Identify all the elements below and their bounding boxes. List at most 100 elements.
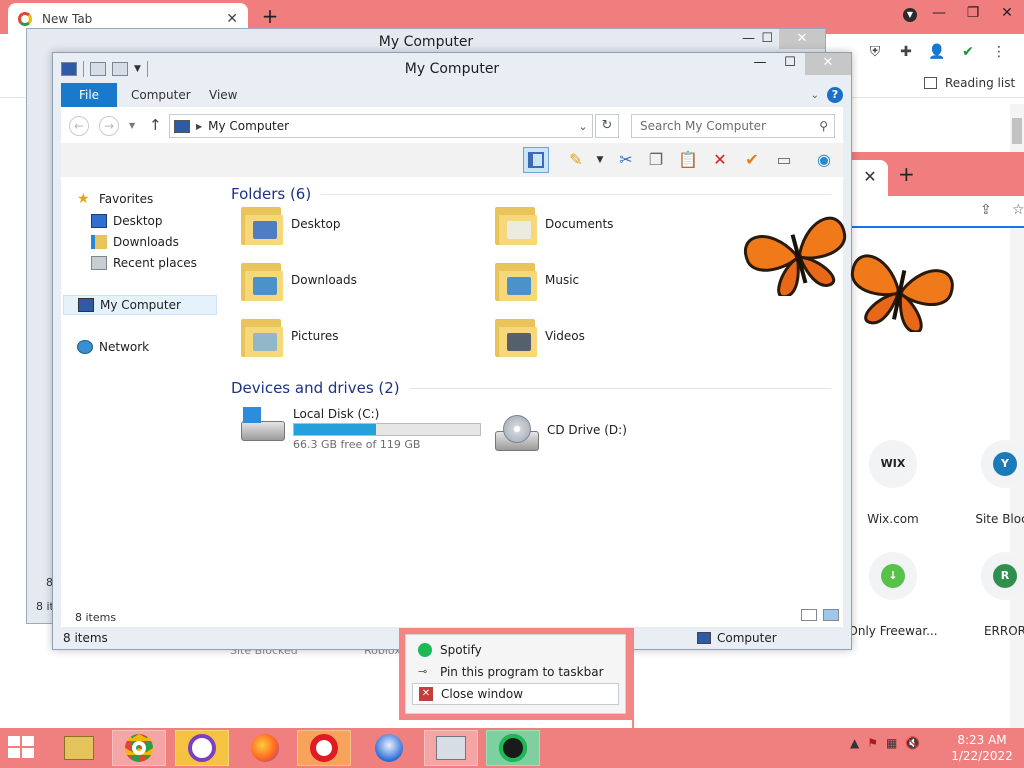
address-dropdown-icon[interactable]: ⌄ xyxy=(574,120,592,133)
adblock-extension-icon[interactable]: ⛨ xyxy=(862,40,888,64)
address-bar[interactable]: ▶ My Computer ⌄ xyxy=(169,114,593,138)
folder-music[interactable]: Music xyxy=(493,255,733,305)
tab-computer[interactable]: Computer xyxy=(131,83,191,107)
jumplist-spotify-label: Spotify xyxy=(440,643,482,657)
up-arrow-icon[interactable]: ↑ xyxy=(149,116,162,134)
close-icon[interactable]: ✕ xyxy=(805,53,851,75)
share-icon[interactable]: ⇪ xyxy=(980,202,992,218)
chrome2-omnibox[interactable]: ⇪ ☆ xyxy=(852,196,1024,228)
cut-icon[interactable]: ✂ xyxy=(613,147,639,173)
chrome-restore-icon[interactable]: ❐ xyxy=(956,0,990,28)
start-windows-icon[interactable] xyxy=(8,736,38,760)
shield-check-icon[interactable]: ✔ xyxy=(955,40,981,64)
delete-icon[interactable]: ✕ xyxy=(707,147,733,173)
rename-icon[interactable]: ▭ xyxy=(771,147,797,173)
scrollbar-thumb[interactable] xyxy=(1012,118,1022,144)
chrome2-tab-close-icon[interactable]: ✕ xyxy=(852,160,888,196)
folder-downloads[interactable]: Downloads xyxy=(239,255,479,305)
folder-name: Videos xyxy=(545,329,585,343)
tab-file[interactable]: File xyxy=(61,83,117,107)
drive-cd-d[interactable]: CD Drive (D:) xyxy=(493,415,743,465)
profile-avatar-icon[interactable]: 👤 xyxy=(924,40,950,64)
minimize-icon[interactable]: — xyxy=(745,53,775,75)
shortcut-label: Site Block xyxy=(975,512,1024,526)
folder-documents[interactable]: Documents xyxy=(493,199,733,249)
jumplist-pin[interactable]: ⊸ Pin this program to taskbar xyxy=(412,661,619,683)
copy-icon[interactable]: ❐ xyxy=(643,147,669,173)
shortcut-icon: Y xyxy=(981,440,1024,488)
properties-folder-icon[interactable]: ✎ xyxy=(563,147,589,173)
nav-desktop[interactable]: Desktop xyxy=(91,211,163,231)
taskbar-firefox[interactable] xyxy=(238,730,292,766)
nav-my-computer[interactable]: My Computer xyxy=(63,295,217,315)
chrome-profile-dropdown-icon[interactable]: ▼ xyxy=(898,0,922,28)
drives-group-header[interactable]: Devices and drives (2) xyxy=(231,379,831,397)
spotify-taskbar-icon xyxy=(499,734,527,762)
chrome-window-controls: ▼ — ❐ ✕ xyxy=(898,0,1024,34)
window-titlebar[interactable]: ▼ My Computer — ☐ ✕ xyxy=(53,53,851,83)
folder-pictures[interactable]: Pictures xyxy=(239,311,479,361)
taskbar-vpn[interactable] xyxy=(175,730,229,766)
taskbar-monitor[interactable] xyxy=(424,730,478,766)
properties-dropdown-icon[interactable]: ▼ xyxy=(587,147,613,173)
folder-videos[interactable]: Videos xyxy=(493,311,733,361)
drive-local-disk-c[interactable]: Local Disk (C:) 66.3 GB free of 119 GB xyxy=(239,405,489,455)
maximize-icon[interactable]: ☐ xyxy=(775,53,805,75)
address-computer-icon xyxy=(174,119,190,133)
chrome-tab-close-icon[interactable]: ✕ xyxy=(226,11,238,27)
search-icon[interactable]: ⚲ xyxy=(819,115,828,137)
nav-network[interactable]: Network xyxy=(77,337,149,357)
clock-date: 1/22/2022 xyxy=(951,749,1013,763)
content-area: ← → ▼ ↑ ▶ My Computer ⌄ ↻ Search My Comp… xyxy=(61,107,843,627)
large-icons-view-icon[interactable] xyxy=(823,609,839,621)
help-icon[interactable]: ? xyxy=(827,87,843,103)
taskbar-spotify[interactable] xyxy=(486,730,540,766)
taskbar-clock[interactable]: 8:23 AM 1/22/2022 xyxy=(950,732,1014,764)
reading-list-button[interactable]: Reading list xyxy=(924,76,1015,90)
recent-locations-dropdown-icon[interactable]: ▼ xyxy=(129,121,135,130)
shortcut-tile[interactable]: Y Site Block xyxy=(950,440,1024,526)
folder-desktop[interactable]: Desktop xyxy=(239,199,479,249)
forward-arrow-icon[interactable]: → xyxy=(99,116,119,136)
check-icon[interactable]: ✔ xyxy=(739,147,765,173)
taskbar-thunderbird[interactable] xyxy=(362,730,416,766)
action-center-flag-icon[interactable]: ⚑ xyxy=(867,736,878,750)
chrome-close-icon[interactable]: ✕ xyxy=(990,0,1024,28)
search-input[interactable]: Search My Computer ⚲ xyxy=(631,114,835,138)
chrome-new-tab-button[interactable]: + xyxy=(258,4,282,28)
taskbar-chrome[interactable] xyxy=(112,730,166,766)
refresh-icon[interactable]: ↻ xyxy=(595,114,619,138)
tab-view[interactable]: View xyxy=(209,83,237,107)
chrome-minimize-icon[interactable]: — xyxy=(922,0,956,28)
taskbar-opera[interactable] xyxy=(297,730,351,766)
taskbar-file-explorer[interactable] xyxy=(52,730,106,766)
nav-desktop-label: Desktop xyxy=(113,214,163,228)
jumplist-close-window[interactable]: ✕ Close window xyxy=(412,683,619,705)
navigation-pane-icon[interactable] xyxy=(523,147,549,173)
nav-favorites[interactable]: ★ Favorites xyxy=(77,189,153,209)
bg-minimize-icon[interactable]: — xyxy=(742,31,755,46)
drive-c-usage-bar xyxy=(293,423,481,436)
ribbon-expand-chevron-icon[interactable]: ⌄ xyxy=(811,90,819,101)
paste-icon[interactable]: 📋 xyxy=(675,147,701,173)
nav-recent-places[interactable]: Recent places xyxy=(91,253,197,273)
jumplist-spotify[interactable]: Spotify xyxy=(412,639,619,661)
network-globe-icon[interactable]: ◉ xyxy=(811,147,837,173)
chrome2-new-tab-icon[interactable]: + xyxy=(898,162,915,186)
bookmark-star-icon[interactable]: ☆ xyxy=(1012,202,1024,218)
folder-name: Pictures xyxy=(291,329,339,343)
chrome-menu-icon[interactable]: ⋮ xyxy=(986,40,1012,64)
bg-close-icon[interactable]: ✕ xyxy=(779,29,825,49)
details-view-icon[interactable] xyxy=(801,609,817,621)
back-arrow-icon[interactable]: ← xyxy=(69,116,89,136)
volume-muted-icon[interactable]: 🔇 xyxy=(905,736,920,750)
network-status-icon[interactable]: ▦ xyxy=(886,736,897,750)
nav-downloads[interactable]: Downloads xyxy=(91,232,179,252)
bg-maximize-icon[interactable]: ☐ xyxy=(761,31,773,46)
show-hidden-icons-chevron-icon[interactable]: ▲ xyxy=(850,736,859,750)
breadcrumb-separator-icon[interactable]: ▶ xyxy=(196,122,202,131)
shortcut-tile[interactable]: WIX Wix.com xyxy=(838,440,948,526)
shortcut-tile[interactable]: R ERROR xyxy=(950,552,1024,638)
shortcut-tile[interactable]: ↓ Only Freewar... xyxy=(838,552,948,638)
extensions-puzzle-icon[interactable]: ✚ xyxy=(893,40,919,64)
